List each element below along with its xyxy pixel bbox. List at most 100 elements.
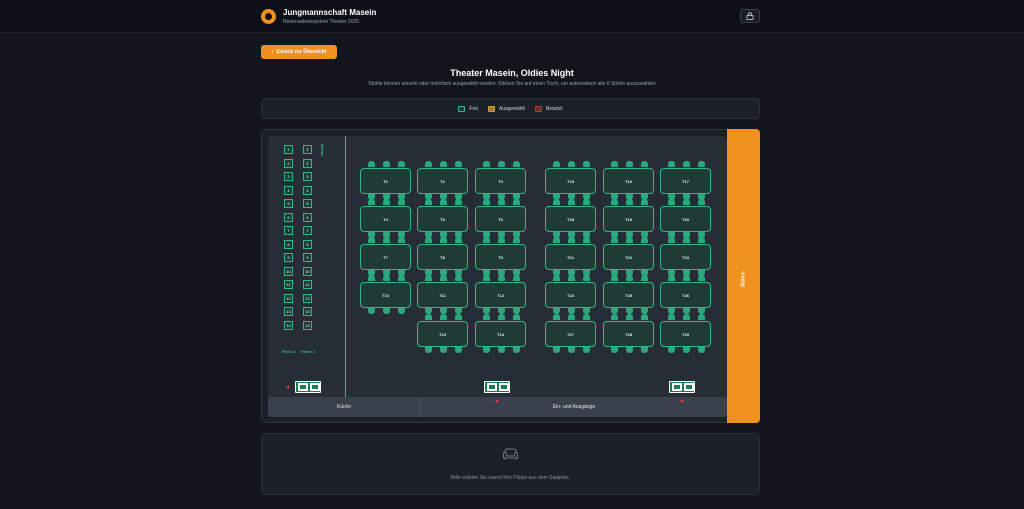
lock-button[interactable] xyxy=(740,9,760,23)
table-t8[interactable]: T8 xyxy=(417,244,468,270)
chair[interactable] xyxy=(683,347,690,353)
chair[interactable] xyxy=(383,308,390,314)
chair[interactable] xyxy=(440,237,447,243)
seat-1-4[interactable]: 4 xyxy=(284,185,293,195)
seat-1-7[interactable]: 7 xyxy=(284,226,293,235)
seat-2-14[interactable]: 14 xyxy=(303,320,312,330)
table-t3[interactable]: T3 xyxy=(475,168,526,194)
chair[interactable] xyxy=(683,161,690,167)
chair[interactable] xyxy=(568,347,575,353)
chair[interactable] xyxy=(425,314,432,320)
seat-1-8[interactable]: 8 xyxy=(284,239,293,249)
chair[interactable] xyxy=(368,308,375,314)
chair[interactable] xyxy=(698,161,705,167)
seat-2-7[interactable]: 7 xyxy=(303,226,312,235)
chair[interactable] xyxy=(383,199,390,205)
seat-1-13[interactable]: 13 xyxy=(284,307,293,316)
chair[interactable] xyxy=(513,237,520,243)
table-t13[interactable]: T13 xyxy=(417,321,468,347)
chair[interactable] xyxy=(583,237,590,243)
table-t25[interactable]: T25 xyxy=(603,282,654,308)
seat-2-11[interactable]: 11 xyxy=(303,280,312,289)
table-t7[interactable]: T7 xyxy=(360,244,411,270)
seat-2-1[interactable]: 1 xyxy=(303,145,312,154)
chair[interactable] xyxy=(641,347,648,353)
chair[interactable] xyxy=(641,237,648,243)
chair[interactable] xyxy=(611,199,618,205)
chair[interactable] xyxy=(553,275,560,281)
chair[interactable] xyxy=(455,199,462,205)
chair[interactable] xyxy=(568,275,575,281)
chair[interactable] xyxy=(440,275,447,281)
chair[interactable] xyxy=(668,347,675,353)
chair[interactable] xyxy=(568,161,575,167)
chair[interactable] xyxy=(498,314,505,320)
chair[interactable] xyxy=(698,199,705,205)
chair[interactable] xyxy=(498,237,505,243)
seat-2-3[interactable]: 3 xyxy=(303,172,312,181)
chair[interactable] xyxy=(483,161,490,167)
chair[interactable] xyxy=(483,199,490,205)
chair[interactable] xyxy=(611,161,618,167)
chair[interactable] xyxy=(683,314,690,320)
chair[interactable] xyxy=(698,237,705,243)
table-t1[interactable]: T1 xyxy=(360,168,411,194)
chair[interactable] xyxy=(641,314,648,320)
table-t27[interactable]: T27 xyxy=(545,321,596,347)
chair[interactable] xyxy=(398,275,405,281)
chair[interactable] xyxy=(668,237,675,243)
table-t22[interactable]: T22 xyxy=(603,244,654,270)
table-t12[interactable]: T12 xyxy=(475,282,526,308)
chair[interactable] xyxy=(398,161,405,167)
chair[interactable] xyxy=(611,314,618,320)
chair[interactable] xyxy=(483,347,490,353)
chair[interactable] xyxy=(626,314,633,320)
chair[interactable] xyxy=(583,161,590,167)
chair[interactable] xyxy=(425,161,432,167)
table-t4[interactable]: T4 xyxy=(360,206,411,232)
seat-2-8[interactable]: 8 xyxy=(303,239,312,249)
table-t20[interactable]: T20 xyxy=(660,206,711,232)
chair[interactable] xyxy=(568,314,575,320)
chair[interactable] xyxy=(683,275,690,281)
chair[interactable] xyxy=(513,314,520,320)
chair[interactable] xyxy=(641,199,648,205)
chair[interactable] xyxy=(513,347,520,353)
chair[interactable] xyxy=(553,199,560,205)
seat-1-6[interactable]: 6 xyxy=(284,212,293,222)
seat-1-1[interactable]: 1 xyxy=(284,145,293,154)
chair[interactable] xyxy=(626,275,633,281)
chair[interactable] xyxy=(668,314,675,320)
seat-2-9[interactable]: 9 xyxy=(303,253,312,262)
chair[interactable] xyxy=(611,237,618,243)
chair[interactable] xyxy=(626,161,633,167)
chair[interactable] xyxy=(368,275,375,281)
chair[interactable] xyxy=(483,314,490,320)
chair[interactable] xyxy=(368,199,375,205)
back-button[interactable]: ‹ Zurück zur Übersicht xyxy=(261,45,337,59)
chair[interactable] xyxy=(455,275,462,281)
chair[interactable] xyxy=(668,161,675,167)
table-t9[interactable]: T9 xyxy=(475,244,526,270)
table-t28[interactable]: T28 xyxy=(603,321,654,347)
seat-2-5[interactable]: 5 xyxy=(303,199,312,208)
chair[interactable] xyxy=(440,347,447,353)
seat-2-10[interactable]: 10 xyxy=(303,266,312,276)
chair[interactable] xyxy=(683,199,690,205)
table-t18[interactable]: T18 xyxy=(545,206,596,232)
chair[interactable] xyxy=(626,237,633,243)
chair[interactable] xyxy=(626,199,633,205)
chair[interactable] xyxy=(455,161,462,167)
chair[interactable] xyxy=(698,314,705,320)
chair[interactable] xyxy=(611,275,618,281)
chair[interactable] xyxy=(440,314,447,320)
chair[interactable] xyxy=(398,199,405,205)
chair[interactable] xyxy=(425,199,432,205)
chair[interactable] xyxy=(498,275,505,281)
chair[interactable] xyxy=(668,199,675,205)
chair[interactable] xyxy=(383,161,390,167)
seat-2-13[interactable]: 13 xyxy=(303,307,312,316)
chair[interactable] xyxy=(425,237,432,243)
table-t5[interactable]: T5 xyxy=(417,206,468,232)
chair[interactable] xyxy=(583,275,590,281)
